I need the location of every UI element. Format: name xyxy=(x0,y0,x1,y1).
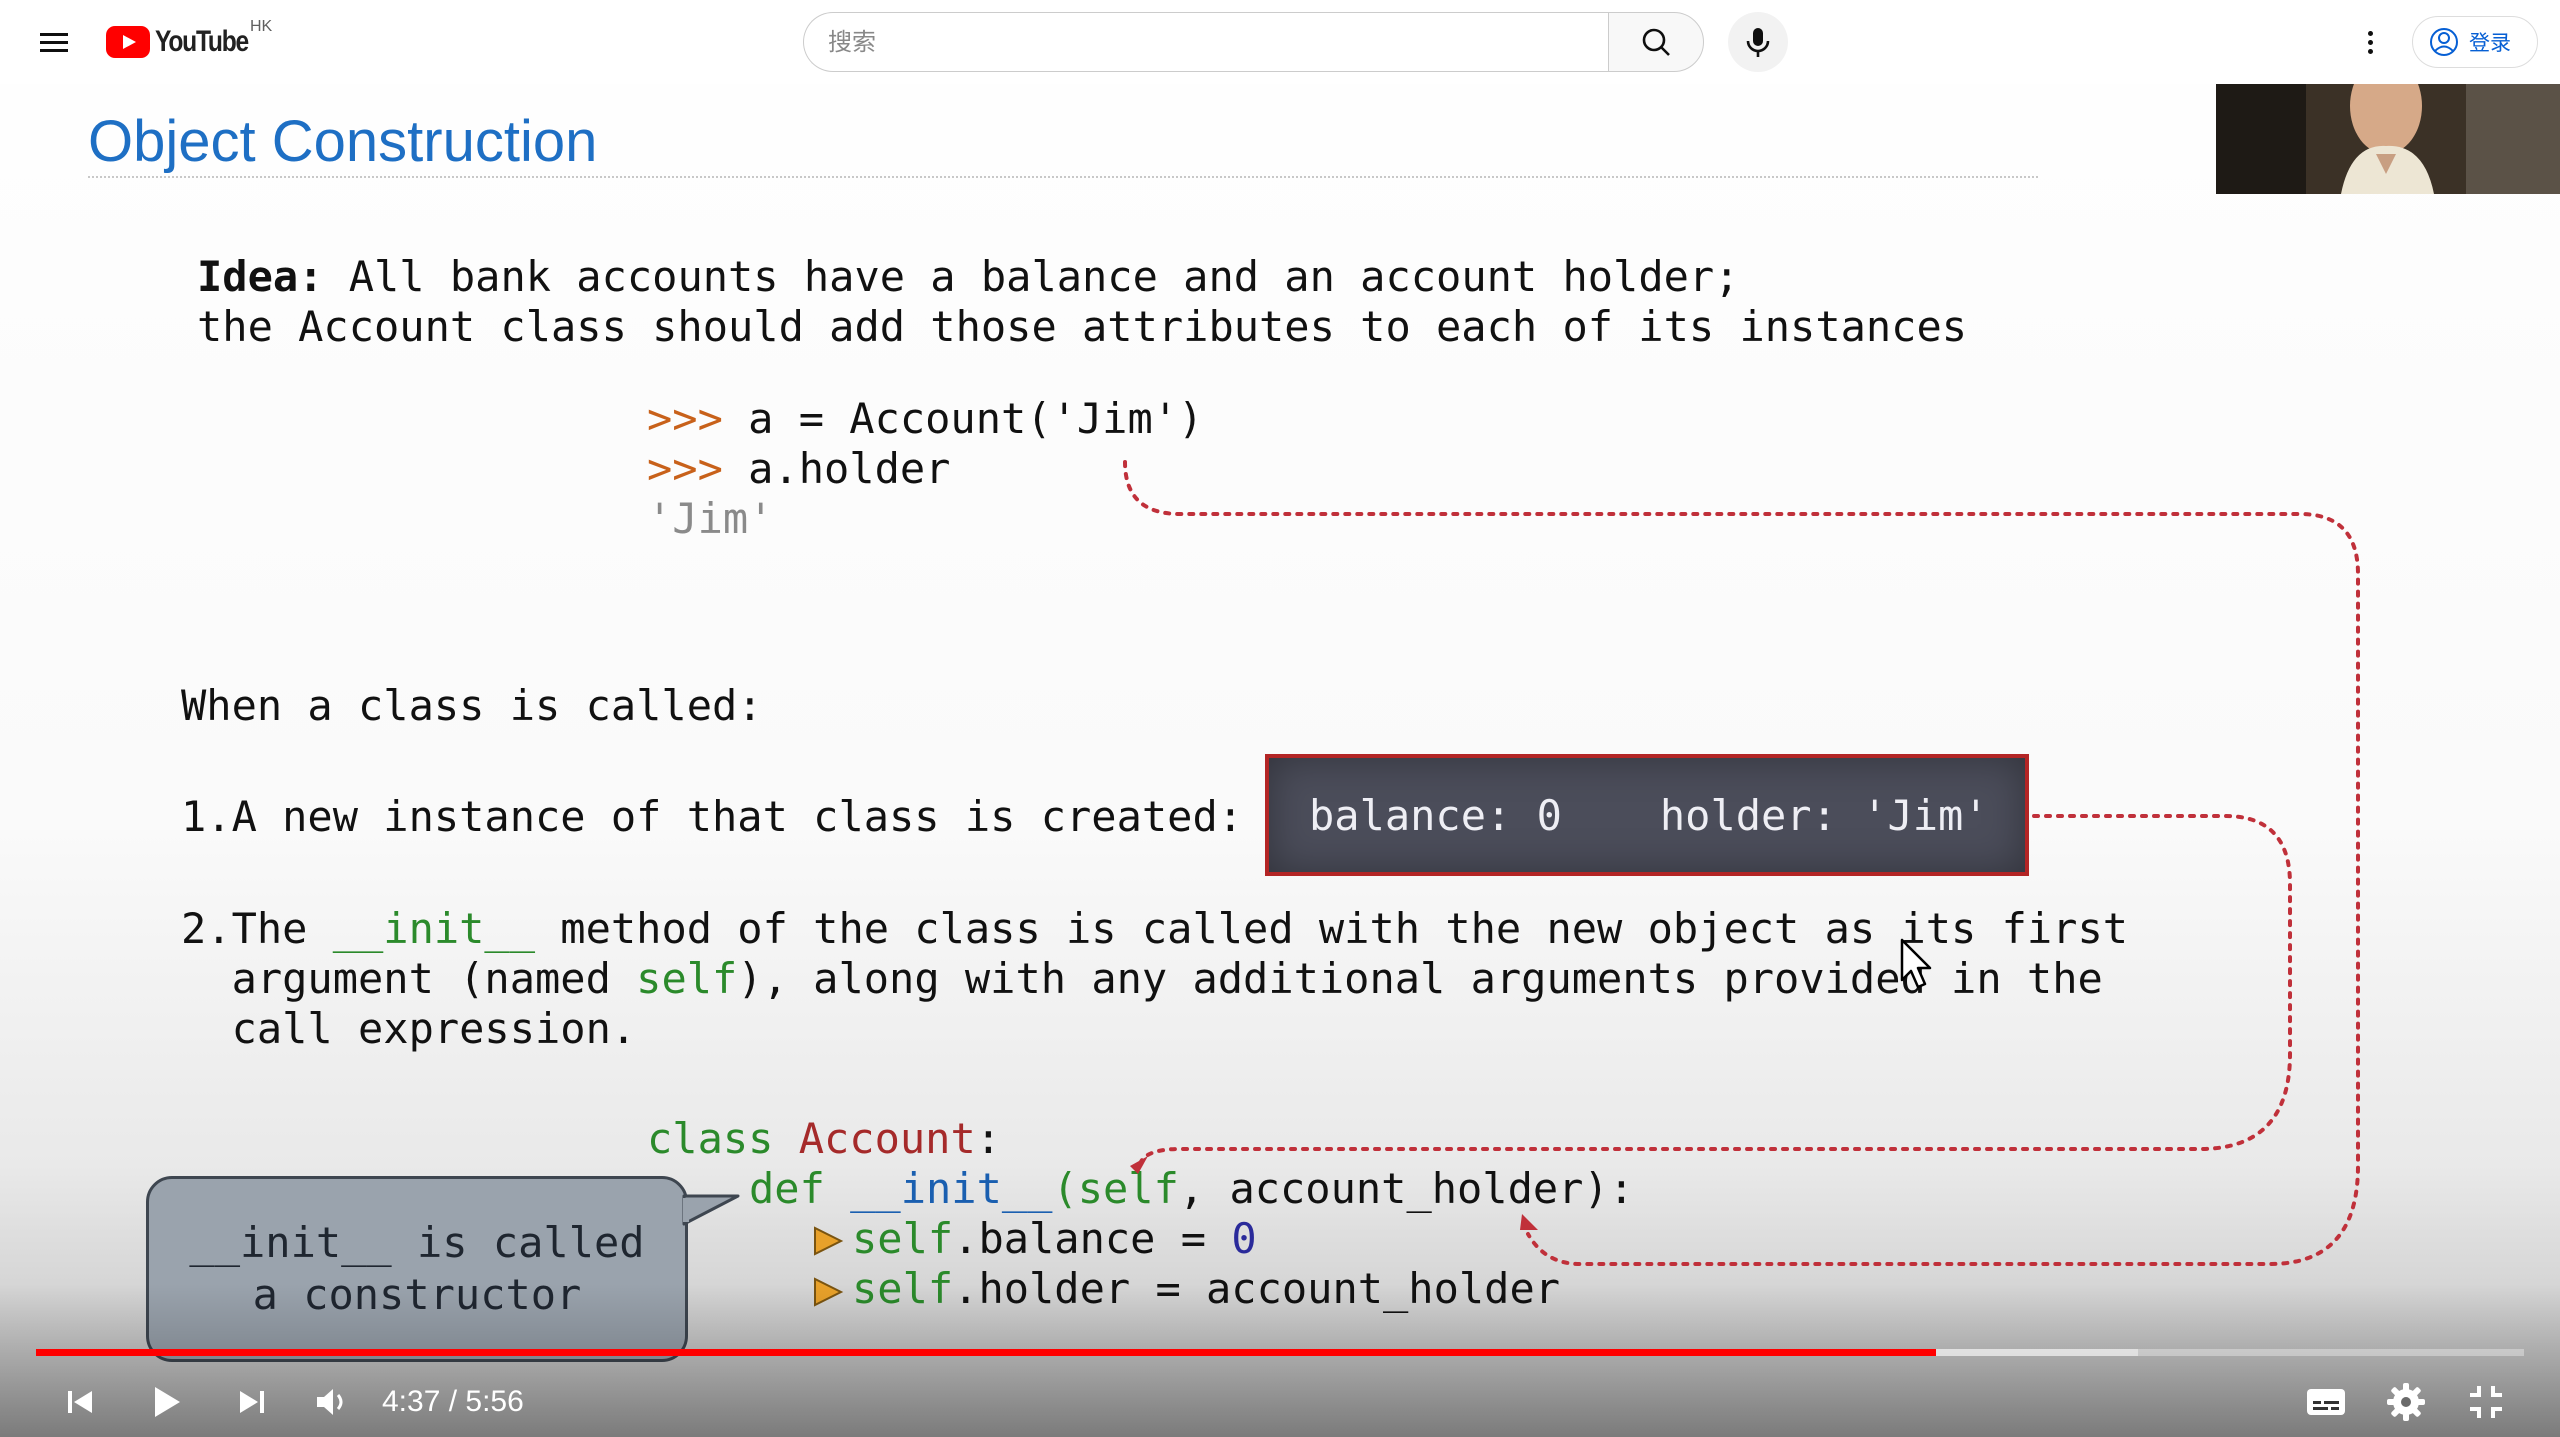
subtitles-button[interactable] xyxy=(2294,1370,2358,1434)
exit-fullscreen-icon xyxy=(2470,1386,2502,1418)
masthead: YouTube HK 登录 xyxy=(0,0,2560,84)
menu-icon-bar xyxy=(40,41,68,44)
arrowhead-self-icon xyxy=(1130,1156,1148,1174)
menu-icon-bar xyxy=(40,49,68,52)
more-vert-icon xyxy=(2368,31,2373,36)
holder-reference-arrow xyxy=(1123,460,2360,1266)
volume-icon xyxy=(317,1389,343,1415)
progress-played xyxy=(36,1349,1936,1356)
logo-text: YouTube xyxy=(155,25,249,58)
time-display: 4:37 / 5:56 xyxy=(382,1385,524,1418)
voice-search-button[interactable] xyxy=(1728,12,1788,72)
previous-button[interactable] xyxy=(48,1370,112,1434)
next-button[interactable] xyxy=(220,1370,284,1434)
subtitles-icon xyxy=(2307,1389,2345,1415)
search-box xyxy=(803,12,1610,72)
youtube-logo-icon xyxy=(106,26,150,58)
search-button[interactable] xyxy=(1608,12,1704,72)
region-code: HK xyxy=(250,18,273,35)
skip-next-icon xyxy=(240,1391,264,1413)
play-button[interactable] xyxy=(134,1370,198,1434)
search-input[interactable] xyxy=(828,28,1610,56)
progress-bar[interactable] xyxy=(36,1349,2524,1356)
skip-previous-icon xyxy=(68,1391,92,1413)
play-icon xyxy=(155,1387,180,1417)
youtube-logo[interactable]: YouTube xyxy=(106,24,268,60)
menu-icon xyxy=(40,33,68,36)
video-player[interactable]: Object Construction Idea: All bank accou… xyxy=(0,84,2560,1437)
mute-button[interactable] xyxy=(300,1370,364,1434)
more-vert-dot xyxy=(2368,49,2373,54)
instance-self-arrow xyxy=(1138,814,2292,1166)
microphone-icon xyxy=(1746,28,1770,57)
account-circle-icon xyxy=(2430,28,2458,56)
gear-icon xyxy=(2387,1383,2425,1421)
slide-annotations xyxy=(682,460,2360,1307)
exit-fullscreen-button[interactable] xyxy=(2454,1370,2518,1434)
callout-tail xyxy=(682,1194,740,1226)
step-triangle-icon xyxy=(814,1226,844,1256)
sign-in-button[interactable]: 登录 xyxy=(2412,16,2538,68)
arrowhead-holder-icon xyxy=(1520,1214,1538,1230)
settings-menu-button[interactable] xyxy=(2352,20,2388,64)
more-vert-dot xyxy=(2368,40,2373,45)
search-icon xyxy=(1642,28,1670,56)
menu-button[interactable] xyxy=(30,20,78,64)
sign-in-label: 登录 xyxy=(2469,31,2511,55)
mouse-cursor-icon xyxy=(1900,938,1932,989)
settings-button[interactable] xyxy=(2374,1370,2438,1434)
